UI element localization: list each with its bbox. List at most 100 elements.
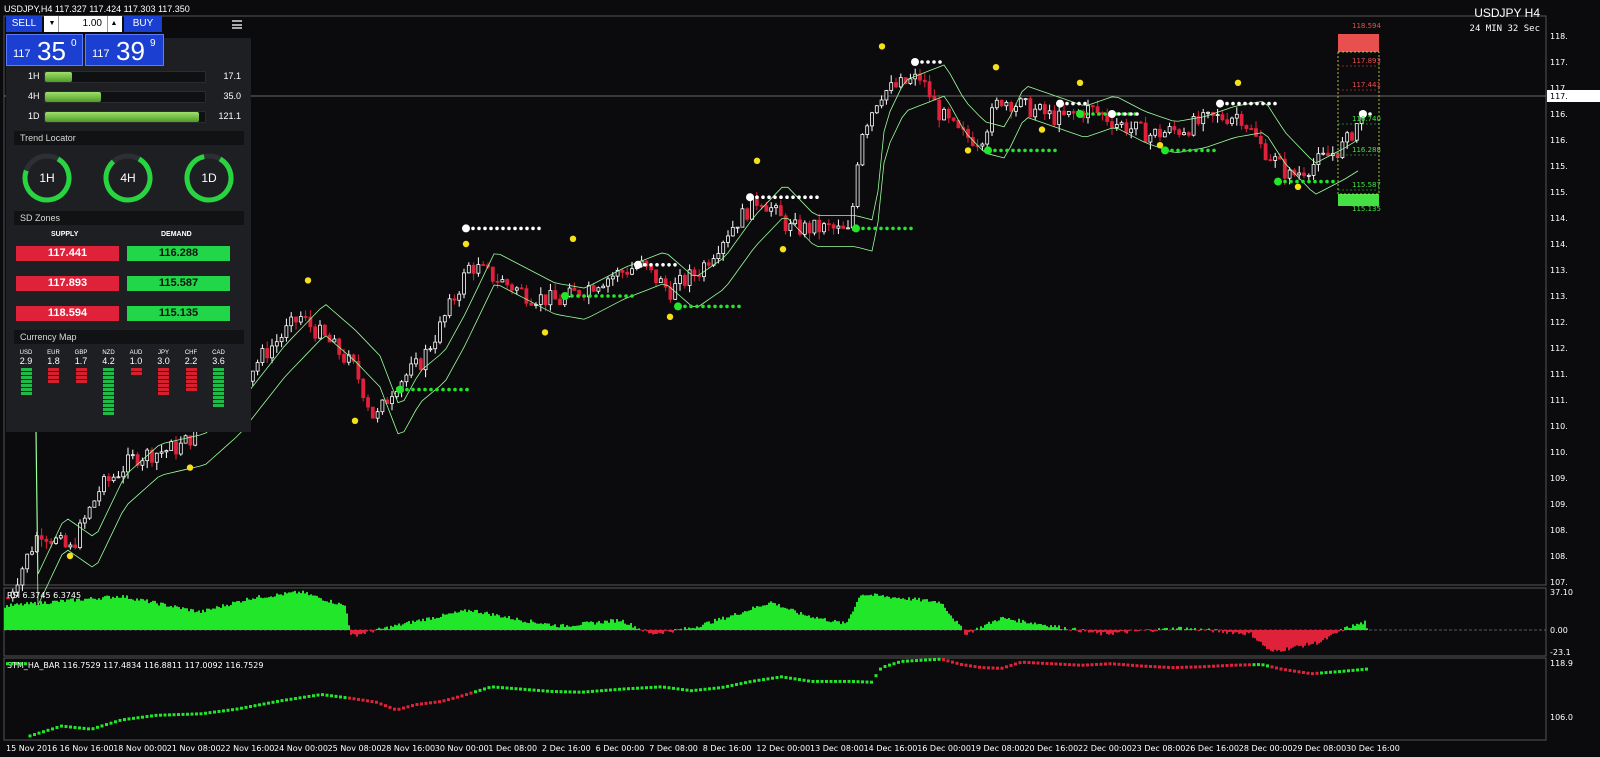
rsi-bar (1312, 630, 1314, 644)
rsi-bar (528, 623, 530, 630)
buy-button[interactable]: BUY (124, 16, 162, 32)
sr-anchor-dot (852, 224, 860, 233)
rsi-bar (48, 604, 50, 630)
rsi-bar (174, 605, 176, 630)
ha-bar (1189, 665, 1193, 669)
candle-body (606, 278, 610, 287)
rsi-bar (1108, 630, 1110, 635)
candle-body (140, 460, 145, 466)
candle-body (1143, 122, 1148, 143)
rsi-bar (402, 624, 404, 630)
rsi-bar (1306, 630, 1308, 643)
rsi-bar (114, 597, 116, 630)
rsi-bar (112, 596, 114, 630)
ha-bar (1158, 665, 1161, 669)
sr-dot (1255, 101, 1259, 106)
rsi-bar (52, 600, 54, 630)
lot-increase-icon[interactable]: ▲ (107, 16, 120, 32)
ha-panel-frame (3, 657, 1547, 741)
lot-size-value[interactable]: 1.00 (60, 16, 106, 32)
candle-body (1062, 110, 1066, 115)
bar-countdown: 24 MIN 32 Sec (1469, 24, 1540, 34)
rsi-bar (630, 623, 632, 630)
ha-bar (649, 685, 653, 689)
rsi-bar (840, 624, 842, 630)
rsi-bar (318, 597, 320, 630)
rsi-bar (1318, 630, 1320, 644)
lot-size-field[interactable]: ▼ 1.00 ▲ (44, 16, 122, 32)
rsi-bar (1026, 623, 1028, 630)
rsi-bar (1274, 630, 1276, 650)
rsi-bar (1244, 630, 1246, 636)
candle-body (1230, 117, 1234, 124)
rsi-bar (986, 623, 988, 630)
rsi-bar (80, 600, 82, 630)
rsi-bar (272, 597, 274, 630)
candle-body (999, 99, 1004, 107)
rsi-bar (24, 603, 26, 630)
chart-header-text: USDJPY,H4 117.327 117.424 117.303 117.35… (4, 4, 190, 14)
sr-dot (477, 226, 481, 231)
ha-bar (897, 660, 900, 664)
rsi-bar (572, 625, 574, 630)
candle-body (1018, 98, 1023, 107)
time-axis-tick: 28 Nov 16:00 (381, 744, 435, 753)
rsi-bar (106, 595, 108, 630)
rsi-bar (770, 601, 772, 630)
strength-value-1d: 121.1 (218, 111, 241, 121)
ha-bar (1126, 663, 1130, 667)
candle-body (1138, 121, 1143, 124)
rsi-bar (852, 611, 854, 630)
ha-bar (10, 662, 14, 666)
sr-dot (713, 304, 717, 309)
rsi-bar (942, 603, 944, 630)
ha-bar (330, 694, 333, 698)
candle-body (44, 538, 49, 542)
lot-decrease-icon[interactable]: ▼ (46, 16, 59, 32)
candle-body (116, 476, 121, 479)
rsi-bar (584, 621, 586, 630)
candle-body (1172, 126, 1177, 131)
buy-price-button[interactable]: 117 39 9 (85, 34, 164, 66)
rsi-bar (454, 611, 456, 630)
sr-dot (867, 226, 871, 231)
sr-dot (1231, 101, 1235, 106)
candle-body (1148, 134, 1153, 143)
candle-body (601, 285, 606, 289)
currency-strength-bars (213, 368, 224, 407)
ha-bar (910, 659, 914, 663)
rsi-bar (596, 622, 598, 630)
hamburger-menu-icon[interactable] (232, 20, 242, 29)
sr-dot (606, 294, 610, 298)
rsi-bar (194, 612, 196, 630)
rsi-bar (1346, 626, 1348, 630)
rsi-bar (610, 619, 612, 630)
rsi-bar (594, 624, 596, 630)
ha-bar (141, 715, 144, 719)
ha-bar (496, 685, 500, 689)
ha-axis-tick: 118.9 (1550, 659, 1573, 668)
ha-bar (226, 708, 230, 712)
rsi-bar (772, 602, 774, 630)
sr-dot (1135, 112, 1139, 116)
ha-bar (546, 689, 549, 693)
candle-body (553, 290, 558, 300)
rsi-bar (714, 618, 716, 630)
rsi-bar (482, 614, 484, 630)
sr-dot (667, 263, 671, 267)
sr-dot (673, 263, 677, 267)
rsi-bar (662, 630, 664, 634)
rsi-bar (592, 622, 594, 630)
ha-bar (861, 680, 864, 684)
ha-bar (1293, 669, 1296, 673)
rsi-bar (334, 604, 336, 630)
ha-bar (1054, 662, 1058, 666)
rsi-bar (348, 625, 350, 630)
sell-price-sup: 0 (71, 38, 77, 49)
sell-price-button[interactable]: 117 35 0 (6, 34, 83, 66)
rsi-bar (1030, 622, 1032, 630)
rsi-bar (894, 597, 896, 630)
sell-button[interactable]: SELL (6, 16, 42, 32)
rsi-bar (1120, 630, 1122, 632)
ha-bar (838, 679, 842, 683)
